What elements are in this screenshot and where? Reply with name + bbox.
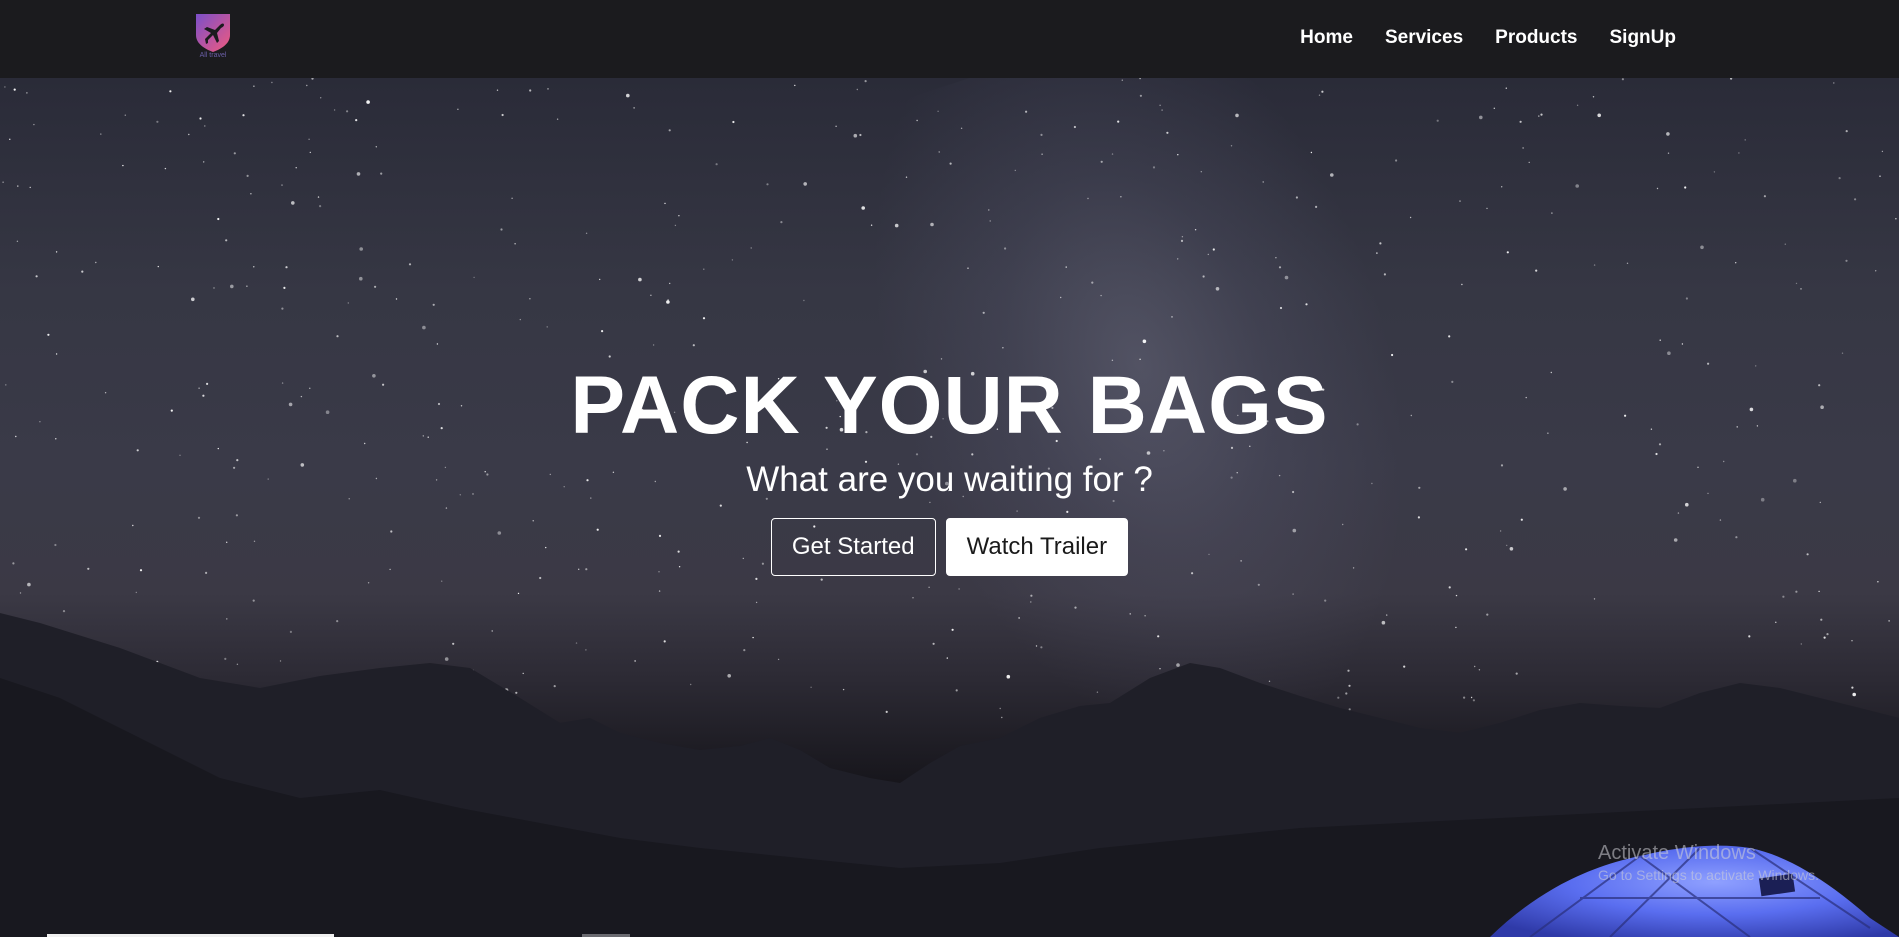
activate-windows-watermark: Activate Windows Go to Settings to activ…	[1598, 840, 1819, 884]
navbar: All travel Home Services Products SignUp	[0, 0, 1899, 78]
nav-link-services[interactable]: Services	[1369, 26, 1479, 50]
hero-content: PACK YOUR BAGS What are you waiting for …	[0, 358, 1899, 576]
watermark-subtitle: Go to Settings to activate Windows.	[1598, 867, 1819, 883]
nav-link-signup[interactable]: SignUp	[1594, 26, 1693, 50]
hero-subtitle: What are you waiting for ?	[746, 460, 1153, 499]
logo[interactable]: All travel	[192, 11, 234, 63]
watch-trailer-button[interactable]: Watch Trailer	[945, 518, 1129, 576]
nav-link-home[interactable]: Home	[1284, 26, 1369, 50]
hero-section: PACK YOUR BAGS What are you waiting for …	[0, 78, 1899, 937]
nav-links: Home Services Products SignUp	[1284, 26, 1692, 50]
nav-link-products[interactable]: Products	[1479, 26, 1593, 50]
hero-title: PACK YOUR BAGS	[570, 360, 1329, 451]
watermark-title: Activate Windows	[1598, 842, 1756, 864]
plane-shield-icon	[196, 14, 230, 52]
get-started-button[interactable]: Get Started	[770, 518, 936, 576]
hero-buttons: Get Started Watch Trailer	[0, 518, 1899, 576]
logo-text: All travel	[199, 52, 227, 59]
page: All travel Home Services Products SignUp…	[0, 0, 1899, 937]
